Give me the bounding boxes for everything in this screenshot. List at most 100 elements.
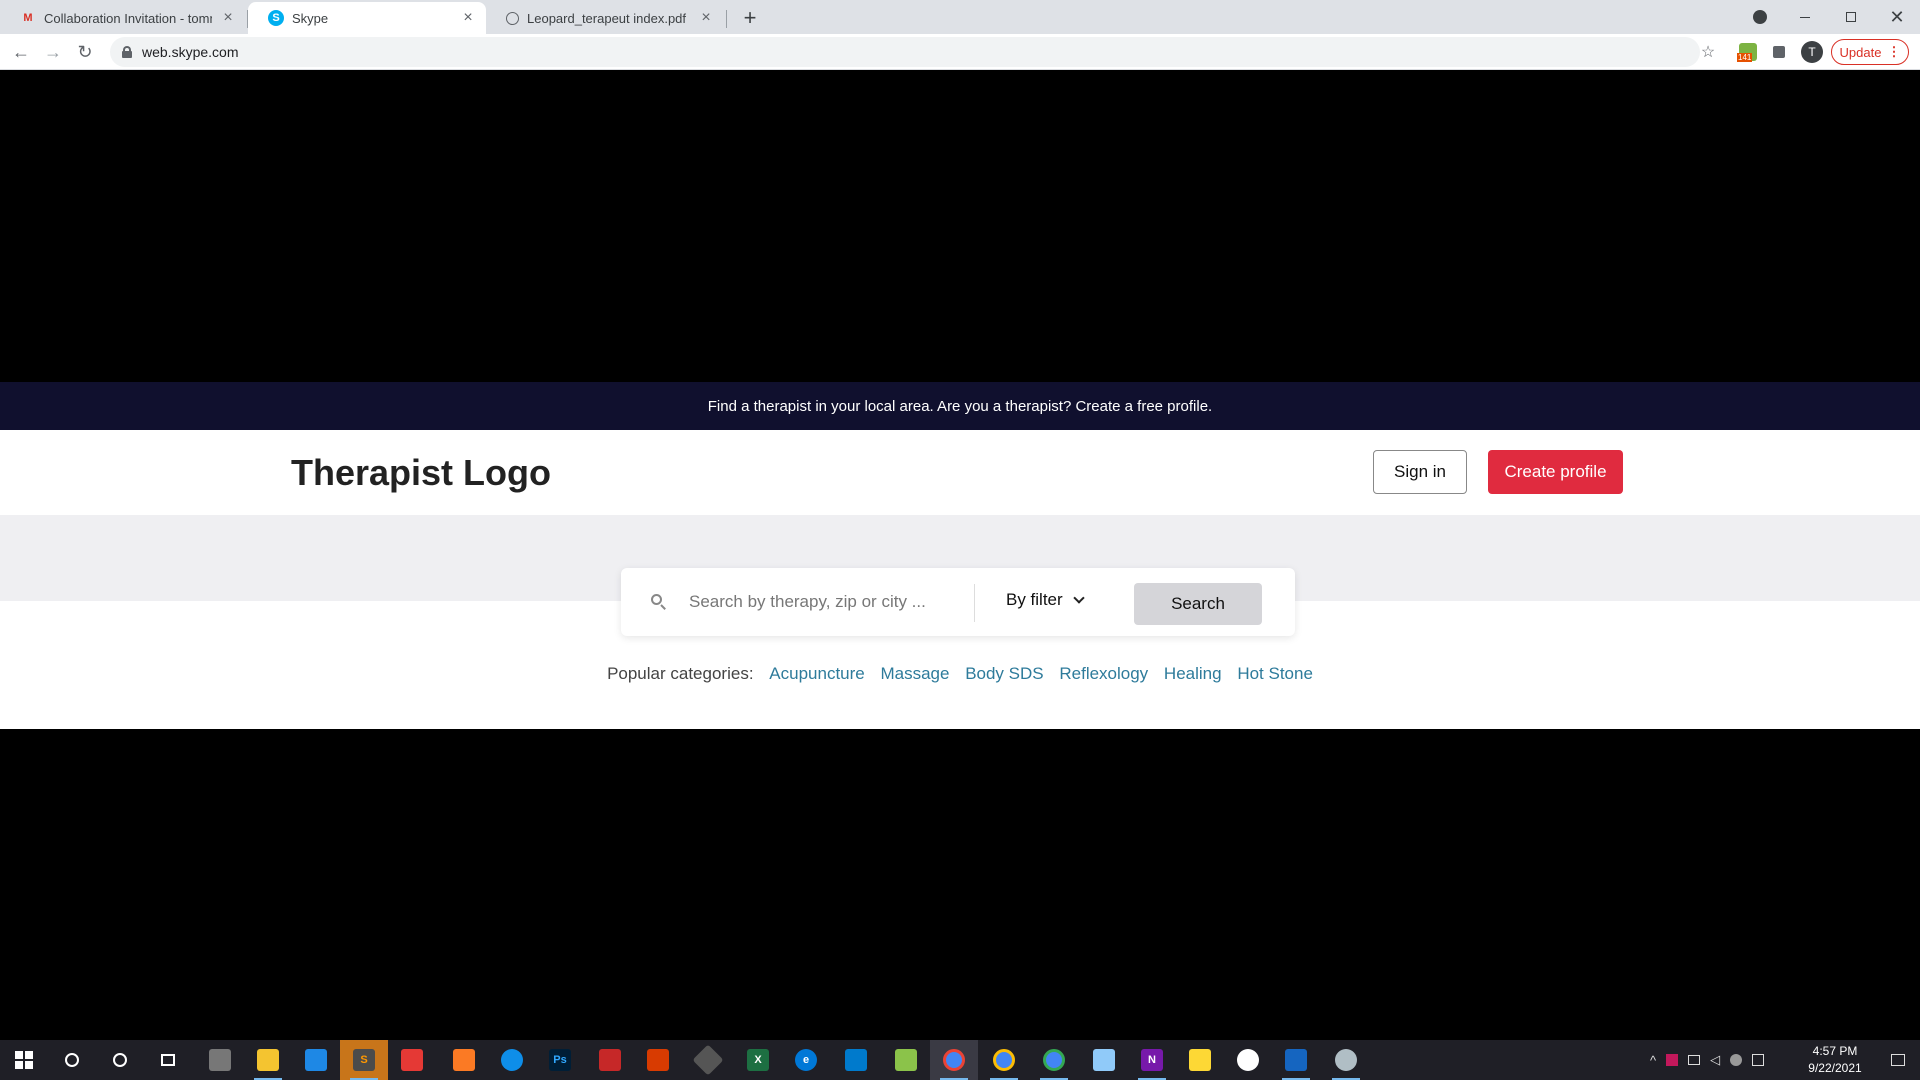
edge-icon: e (795, 1049, 817, 1071)
sublime-app[interactable]: S (340, 1040, 388, 1080)
filter-label: By filter (1006, 590, 1063, 609)
app-icon (1093, 1049, 1115, 1071)
banner-text[interactable]: Find a therapist in your local area. Are… (708, 398, 1212, 415)
search-button[interactable]: Search (1134, 583, 1262, 625)
volume-icon[interactable]: ◁ (1710, 1052, 1720, 1068)
restore-button[interactable] (1828, 0, 1874, 34)
popular-label: Popular categories: (607, 664, 754, 683)
search-panel: By filter Search (621, 568, 1295, 636)
photos-app[interactable] (1272, 1040, 1320, 1080)
create-profile-button[interactable]: Create profile (1488, 450, 1623, 494)
tab-title: Collaboration Invitation - tommo (44, 10, 212, 26)
task-view-icon (161, 1054, 175, 1066)
app-launcher[interactable] (1224, 1040, 1272, 1080)
bookmark-star-icon[interactable]: ☆ (1696, 40, 1720, 64)
category-link[interactable]: Healing (1164, 664, 1222, 683)
sign-in-button[interactable]: Sign in (1373, 450, 1467, 494)
category-link[interactable]: Hot Stone (1237, 664, 1313, 683)
tab-pdf[interactable]: Leopard_terapeut index.pdf × (486, 2, 724, 34)
paint-icon (1335, 1049, 1357, 1071)
tray-app-icon[interactable] (1666, 1054, 1679, 1066)
onenote-icon: N (1141, 1049, 1163, 1071)
url-text: web.skype.com (142, 44, 239, 60)
paint-app[interactable] (1322, 1040, 1370, 1080)
chrome-icon (943, 1049, 965, 1071)
filter-dropdown[interactable]: By filter (1006, 590, 1085, 610)
file-explorer-app[interactable] (244, 1040, 292, 1080)
app-icon (599, 1049, 621, 1071)
chrome-app[interactable] (930, 1040, 978, 1080)
system-tray: ^ ◁ (1650, 1040, 1765, 1080)
excel-icon: X (747, 1049, 769, 1071)
store-app[interactable] (196, 1040, 244, 1080)
onenote-app[interactable]: N (1128, 1040, 1176, 1080)
site-logo[interactable]: Therapist Logo (291, 452, 551, 494)
forward-button[interactable]: → (39, 38, 67, 66)
network-icon[interactable] (1688, 1055, 1701, 1065)
clock-date: 9/22/2021 (1808, 1061, 1862, 1075)
office-app[interactable] (634, 1040, 682, 1080)
close-tab-icon[interactable]: × (460, 9, 476, 27)
photos-icon (1285, 1049, 1307, 1071)
profile-avatar[interactable]: T (1801, 41, 1823, 63)
extension-badge-icon[interactable]: 141 (1736, 40, 1760, 64)
anydesk-icon (401, 1049, 423, 1071)
app-icon (1237, 1049, 1259, 1071)
cortana-icon (113, 1053, 127, 1067)
category-link[interactable]: Massage (880, 664, 949, 683)
category-link[interactable]: Acupuncture (769, 664, 864, 683)
search-input[interactable] (687, 590, 957, 614)
vscode-app[interactable] (832, 1040, 880, 1080)
app-launcher[interactable] (882, 1040, 930, 1080)
back-button[interactable]: ← (7, 38, 35, 66)
reload-button[interactable]: ↻ (71, 38, 99, 66)
browser-toolbar: ← → ↻ web.skype.com ☆ 141 T Update ⋮ (0, 34, 1920, 70)
tab-search-button[interactable] (1737, 0, 1783, 34)
excel-app[interactable]: X (734, 1040, 782, 1080)
keyboard-icon[interactable] (1752, 1054, 1765, 1066)
clock[interactable]: 4:57 PM 9/22/2021 (1795, 1043, 1875, 1077)
store-icon (209, 1049, 231, 1071)
close-tab-icon[interactable]: × (220, 9, 236, 27)
xampp-app[interactable] (440, 1040, 488, 1080)
sticky-notes-app[interactable] (1176, 1040, 1224, 1080)
sticky-notes-icon (1189, 1049, 1211, 1071)
teamviewer-app[interactable] (488, 1040, 536, 1080)
kebab-menu-icon: ⋮ (1887, 44, 1901, 59)
category-link[interactable]: Body SDS (965, 664, 1043, 683)
extensions-puzzle-icon[interactable] (1767, 40, 1791, 64)
tray-chevron-icon[interactable]: ^ (1650, 1053, 1656, 1068)
tab-skype[interactable]: S Skype × (248, 2, 486, 34)
popular-categories: Popular categories: Acupuncture Massage … (0, 664, 1920, 684)
app-launcher[interactable] (586, 1040, 634, 1080)
task-view-button[interactable] (144, 1040, 192, 1080)
chrome-icon (993, 1049, 1015, 1071)
start-button[interactable] (0, 1040, 48, 1080)
chrome-app[interactable] (1030, 1040, 1078, 1080)
search-button[interactable] (48, 1040, 96, 1080)
close-window-button[interactable]: ✕ (1874, 0, 1920, 34)
photoshop-app[interactable]: Ps (536, 1040, 584, 1080)
address-bar[interactable]: web.skype.com (110, 37, 1700, 67)
minimize-icon (1800, 16, 1810, 18)
git-app[interactable] (684, 1040, 732, 1080)
close-tab-icon[interactable]: × (698, 9, 714, 27)
mail-app[interactable] (292, 1040, 340, 1080)
xampp-icon (453, 1049, 475, 1071)
teamviewer-icon (501, 1049, 523, 1071)
chrome-app[interactable] (980, 1040, 1028, 1080)
edge-app[interactable]: e (782, 1040, 830, 1080)
anydesk-app[interactable] (388, 1040, 436, 1080)
status-x-icon[interactable] (1730, 1054, 1743, 1066)
tab-gmail[interactable]: M Collaboration Invitation - tommo × (0, 2, 246, 34)
close-icon: ✕ (1889, 6, 1905, 27)
tab-divider (726, 10, 727, 28)
new-tab-button[interactable]: + (736, 4, 764, 32)
action-center-button[interactable] (1876, 1040, 1920, 1080)
category-link[interactable]: Reflexology (1059, 664, 1148, 683)
app-launcher[interactable] (1080, 1040, 1128, 1080)
cortana-button[interactable] (96, 1040, 144, 1080)
tab-title: Skype (292, 10, 329, 26)
minimize-button[interactable] (1782, 0, 1828, 34)
update-button[interactable]: Update ⋮ (1831, 39, 1909, 65)
